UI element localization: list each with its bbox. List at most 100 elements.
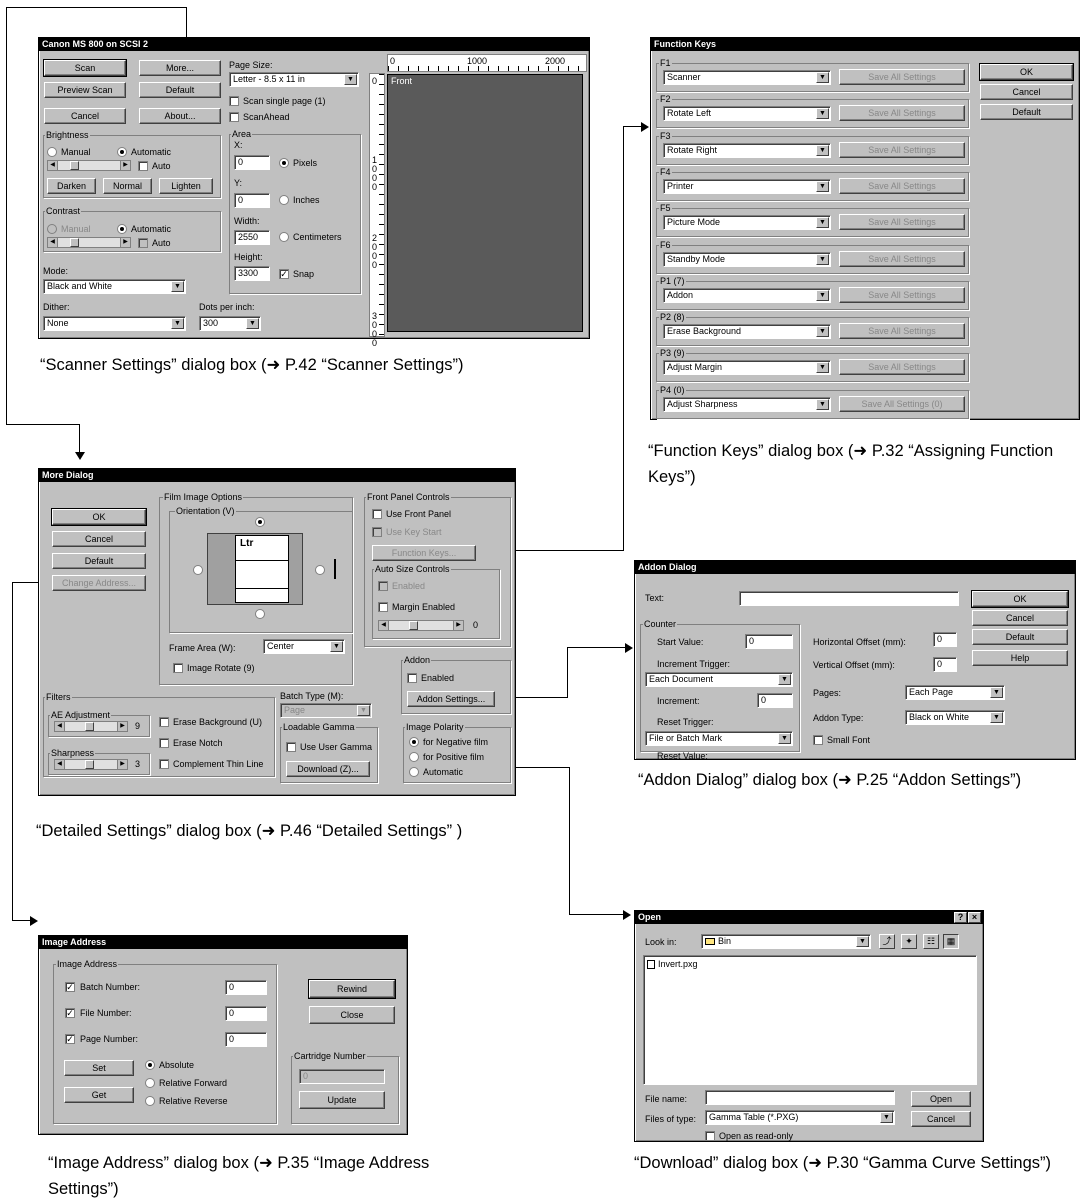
slider-thumb[interactable]	[85, 722, 94, 731]
slider-right-arrow-icon[interactable]: ▶	[120, 161, 130, 170]
chevron-down-icon[interactable]: ▼	[816, 326, 829, 338]
save-all-settings-button[interactable]: Save All Settings	[839, 359, 965, 376]
chevron-down-icon[interactable]: ▼	[246, 318, 259, 329]
erase-notch-checkbox[interactable]	[159, 738, 169, 748]
pages-select[interactable]: Each Page ▼	[905, 685, 1005, 700]
contrast-manual-radio[interactable]	[47, 224, 57, 234]
slider-thumb[interactable]	[85, 760, 94, 769]
function-key-select[interactable]: Adjust Margin ▼	[663, 360, 831, 376]
brightness-auto-checkbox[interactable]	[138, 161, 148, 171]
look-in-select[interactable]: Bin ▼	[701, 934, 871, 949]
default-button[interactable]: Default	[980, 104, 1073, 120]
cartridge-input[interactable]: 0	[299, 1069, 385, 1084]
default-button[interactable]: Default	[972, 629, 1068, 645]
open-button[interactable]: Open	[911, 1091, 971, 1107]
chevron-down-icon[interactable]: ▼	[990, 712, 1003, 723]
centimeters-radio[interactable]	[279, 232, 289, 242]
file-item[interactable]: Invert.pxg	[647, 959, 698, 970]
dither-select[interactable]: None ▼	[43, 316, 186, 331]
file-number-checkbox[interactable]: ✓	[65, 1008, 75, 1018]
vertical-offset-input[interactable]: 0	[933, 657, 957, 672]
file-list[interactable]	[643, 955, 977, 1085]
slider-right-arrow-icon[interactable]: ▶	[453, 621, 463, 630]
close-icon[interactable]: ×	[968, 912, 981, 923]
chevron-down-icon[interactable]: ▼	[816, 253, 829, 265]
ok-button[interactable]: OK	[979, 63, 1074, 81]
snap-checkbox[interactable]: ✓	[279, 269, 289, 279]
function-key-select[interactable]: Addon ▼	[663, 287, 831, 303]
chevron-down-icon[interactable]: ▼	[357, 705, 370, 716]
change-address-button[interactable]: Change Address...	[52, 575, 146, 591]
addon-enabled-checkbox[interactable]	[407, 673, 417, 683]
auto-size-enabled-checkbox[interactable]	[378, 581, 388, 591]
slider-left-arrow-icon[interactable]: ◀	[379, 621, 389, 630]
more-button[interactable]: More...	[139, 60, 221, 76]
absolute-radio[interactable]	[145, 1060, 155, 1070]
list-view-icon[interactable]: ☷	[923, 934, 939, 949]
save-all-settings-button[interactable]: Save All Settings	[839, 141, 965, 158]
chevron-down-icon[interactable]: ▼	[778, 733, 791, 744]
reset-trigger-select[interactable]: File or Batch Mark ▼	[645, 731, 793, 746]
chevron-down-icon[interactable]: ▼	[344, 74, 357, 85]
brightness-slider[interactable]: ◀ ▶	[47, 160, 131, 171]
ae-slider[interactable]: ◀ ▶	[54, 721, 128, 732]
cancel-button[interactable]: Cancel	[52, 531, 146, 547]
dpi-select[interactable]: 300 ▼	[199, 316, 261, 331]
negative-film-radio[interactable]	[409, 737, 419, 747]
mode-select[interactable]: Black and White ▼	[43, 279, 186, 294]
slider-left-arrow-icon[interactable]: ◀	[48, 161, 58, 170]
relative-forward-radio[interactable]	[145, 1078, 155, 1088]
height-input[interactable]: 3300	[234, 266, 270, 281]
addon-type-select[interactable]: Black on White ▼	[905, 710, 1005, 725]
use-front-panel-checkbox[interactable]	[372, 509, 382, 519]
orientation-top-radio[interactable]	[255, 517, 265, 527]
chevron-down-icon[interactable]: ▼	[856, 936, 869, 947]
chevron-down-icon[interactable]: ▼	[816, 362, 829, 374]
chevron-down-icon[interactable]: ▼	[330, 641, 343, 652]
brightness-manual-radio[interactable]	[47, 147, 57, 157]
inches-radio[interactable]	[279, 195, 289, 205]
function-key-select[interactable]: Rotate Left ▼	[663, 106, 831, 122]
chevron-down-icon[interactable]: ▼	[816, 72, 829, 83]
save-all-settings-button[interactable]: Save All Settings	[839, 250, 965, 267]
cancel-button[interactable]: Cancel	[972, 610, 1068, 626]
slider-right-arrow-icon[interactable]: ▶	[117, 760, 127, 769]
scan-button[interactable]: Scan	[43, 59, 127, 77]
close-button[interactable]: Close	[309, 1006, 395, 1024]
chevron-down-icon[interactable]: ▼	[816, 180, 829, 192]
chevron-down-icon[interactable]: ▼	[816, 398, 829, 410]
increment-input[interactable]: 0	[757, 693, 793, 708]
get-button[interactable]: Get	[64, 1087, 134, 1103]
page-size-select[interactable]: Letter - 8.5 x 11 in ▼	[229, 72, 359, 87]
chevron-down-icon[interactable]: ▼	[778, 674, 791, 685]
batch-number-checkbox[interactable]: ✓	[65, 982, 75, 992]
y-input[interactable]: 0	[234, 193, 270, 208]
start-value-input[interactable]: 0	[745, 634, 793, 649]
increment-trigger-select[interactable]: Each Document ▼	[645, 672, 793, 687]
new-folder-icon[interactable]: ✦	[901, 934, 917, 949]
contrast-auto-checkbox[interactable]	[138, 238, 148, 248]
orientation-bottom-radio[interactable]	[255, 609, 265, 619]
set-button[interactable]: Set	[64, 1060, 134, 1076]
files-of-type-select[interactable]: Gamma Table (*.PXG) ▼	[705, 1110, 895, 1125]
preview-area[interactable]	[387, 74, 583, 332]
cancel-button[interactable]: Cancel	[980, 84, 1073, 100]
darken-button[interactable]: Darken	[47, 178, 96, 194]
x-input[interactable]: 0	[234, 155, 270, 170]
details-view-icon[interactable]: ▦	[943, 934, 959, 949]
function-key-select[interactable]: Erase Background ▼	[663, 324, 831, 340]
save-all-settings-button[interactable]: Save All Settings	[839, 214, 965, 231]
batch-type-select[interactable]: Page ▼	[280, 703, 372, 718]
slider-left-arrow-icon[interactable]: ◀	[55, 722, 65, 731]
function-key-select[interactable]: Printer ▼	[663, 178, 831, 194]
scan-single-page-checkbox[interactable]	[229, 96, 239, 106]
cancel-button[interactable]: Cancel	[44, 108, 126, 124]
save-all-settings-button[interactable]: Save All Settings	[839, 177, 965, 194]
preview-scan-button[interactable]: Preview Scan	[44, 82, 126, 98]
save-all-settings-button[interactable]: Save All Settings	[839, 69, 965, 85]
function-key-select[interactable]: Standby Mode ▼	[663, 251, 831, 267]
function-key-select[interactable]: Rotate Right ▼	[663, 142, 831, 158]
use-user-gamma-checkbox[interactable]	[286, 742, 296, 752]
lighten-button[interactable]: Lighten	[159, 178, 213, 194]
ok-button[interactable]: OK	[51, 508, 147, 526]
